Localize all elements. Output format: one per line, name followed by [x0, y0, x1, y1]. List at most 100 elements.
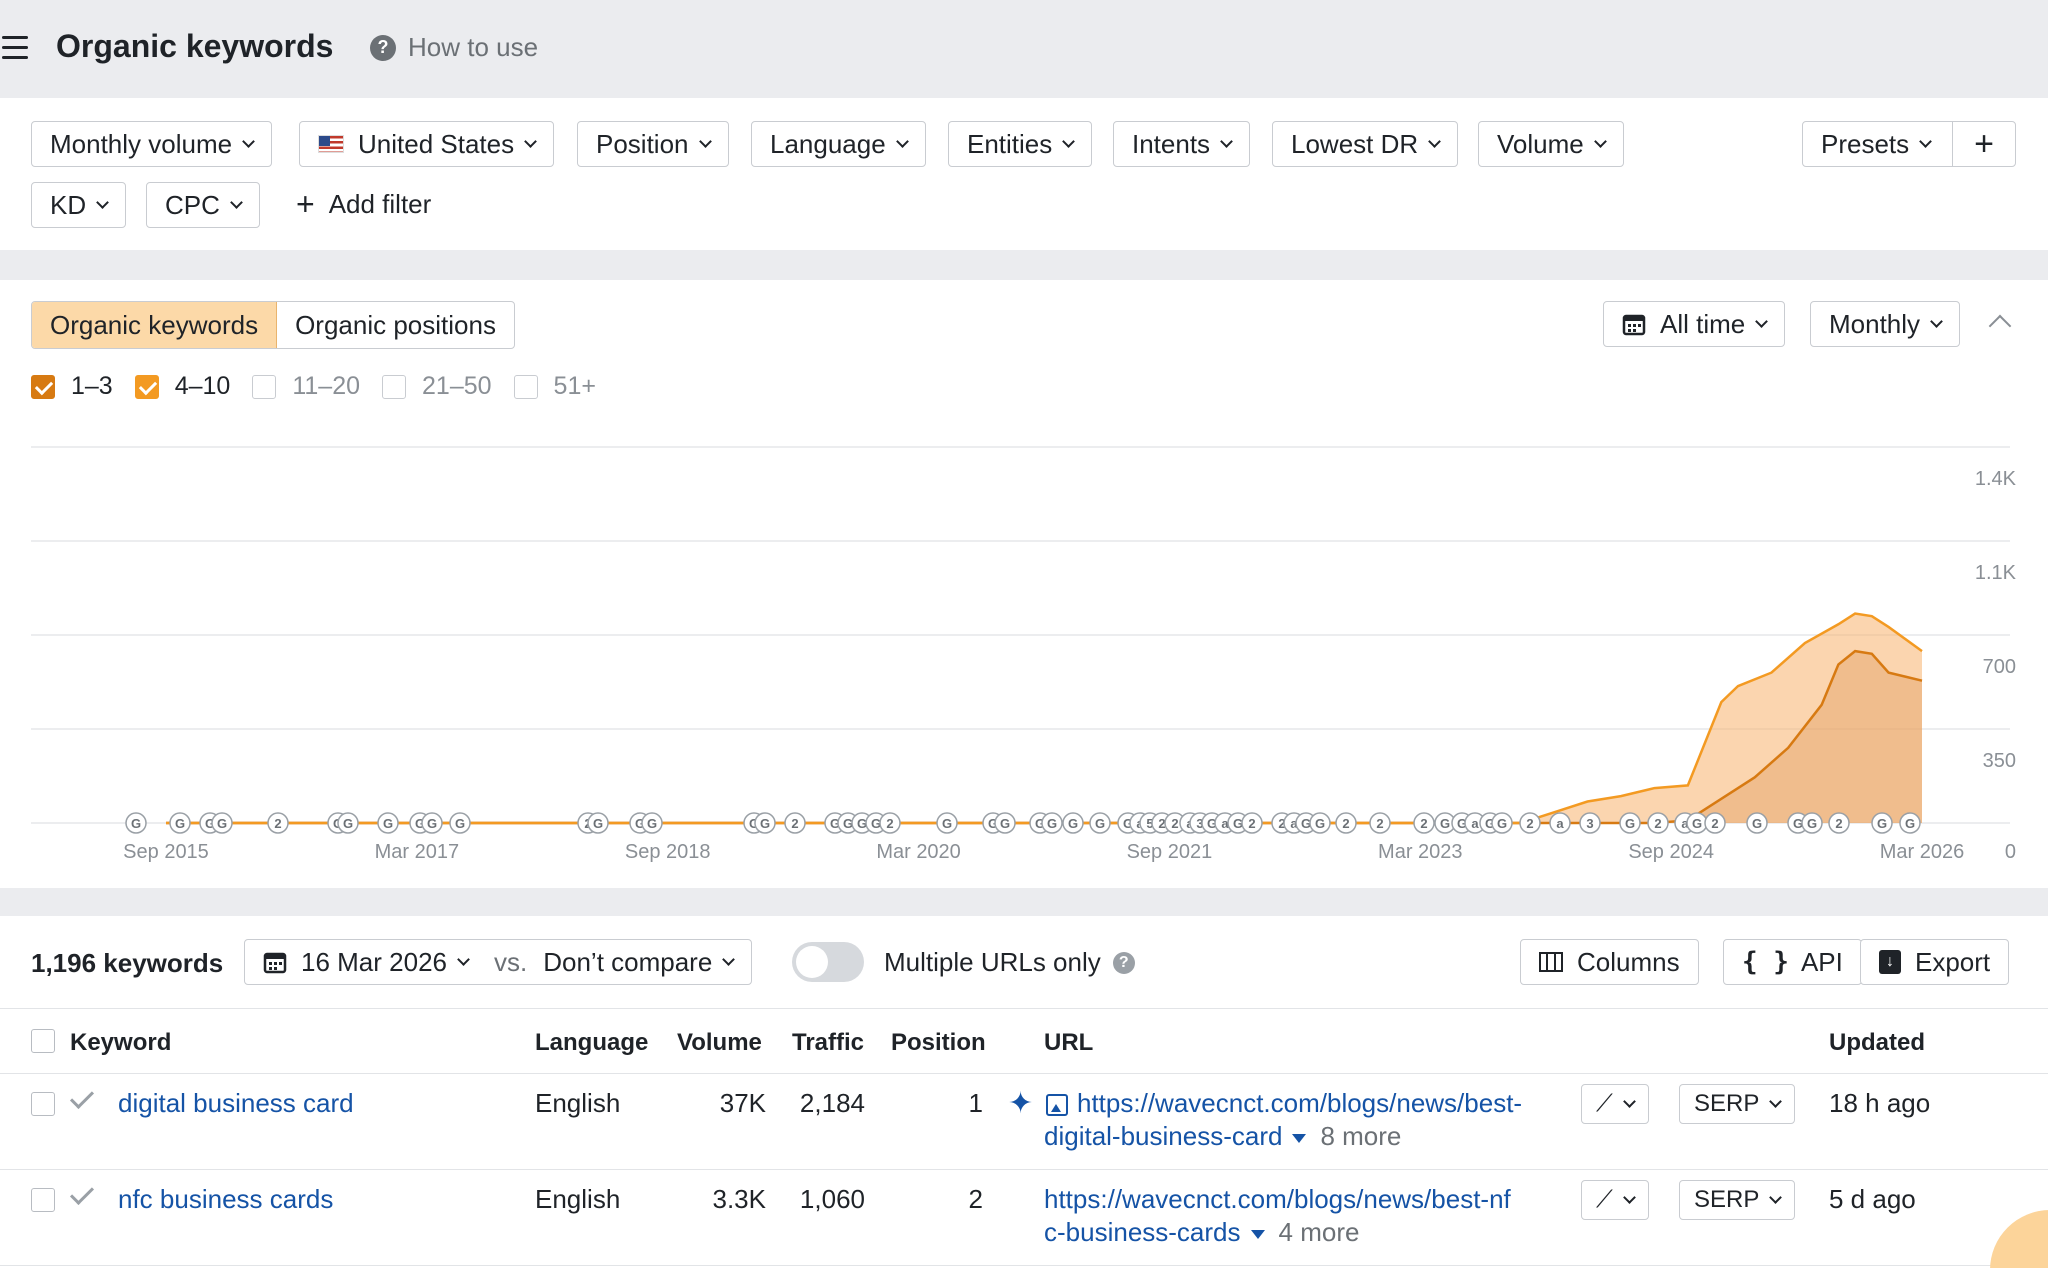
chevron-down-icon	[1930, 314, 1943, 328]
annotation-marker-label: 2	[886, 816, 893, 831]
chevron-down-icon	[1769, 1094, 1783, 1108]
expand-icon[interactable]	[1292, 1133, 1307, 1143]
annotation-marker-label: G	[1807, 816, 1817, 831]
filter-position[interactable]: Position	[577, 121, 729, 167]
range-label: 11–20	[292, 372, 361, 400]
col-traffic[interactable]: Traffic	[792, 1029, 864, 1057]
select-all-checkbox[interactable]	[31, 1029, 55, 1053]
annotation-marker-label: G	[1877, 816, 1887, 831]
serp-label: SERP	[1694, 1090, 1760, 1117]
url-line-2: c-business-cards 4 more	[1044, 1217, 1359, 1248]
multiple-urls-text: Multiple URLs only	[884, 947, 1101, 977]
x-tick-label: Mar 2023	[1378, 841, 1463, 863]
keyword-link[interactable]: nfc business cards	[118, 1184, 333, 1215]
serp-button[interactable]: SERP	[1679, 1084, 1796, 1124]
col-volume[interactable]: Volume	[677, 1029, 762, 1057]
chevron-down-icon	[230, 195, 243, 209]
x-tick-label: Mar 2020	[876, 841, 961, 863]
chevron-down-icon	[242, 134, 255, 148]
url-link[interactable]: https://wavecnct.com/blogs/news/best-nf	[1044, 1184, 1511, 1215]
menu-icon[interactable]	[2, 36, 28, 60]
presets-label: Presets	[1821, 128, 1910, 159]
x-tick-label: Sep 2018	[625, 841, 711, 863]
filter-label: Monthly volume	[50, 128, 233, 159]
filter-kd[interactable]: KD	[31, 182, 127, 228]
date-range-dropdown[interactable]: All time	[1603, 301, 1786, 347]
annotation-marker-label: 2	[1711, 816, 1718, 831]
annotation-marker-label: G	[647, 816, 657, 831]
filter-lowest-dr[interactable]: Lowest DR	[1272, 121, 1459, 167]
page-title: Organic keywords	[56, 28, 334, 64]
trend-button[interactable]: ⟋	[1581, 1180, 1649, 1220]
chevron-down-icon	[1593, 134, 1607, 148]
filter-language[interactable]: Language	[751, 121, 926, 167]
date-compare-dropdown[interactable]: 16 Mar 2026 vs. Don’t compare	[244, 939, 753, 985]
annotation-marker-label: G	[1440, 816, 1450, 831]
url-line-2: digital-business-card 8 more	[1044, 1121, 1401, 1152]
col-url[interactable]: URL	[1044, 1029, 1093, 1057]
col-updated[interactable]: Updated	[1829, 1029, 1925, 1057]
row-checkbox[interactable]	[31, 1188, 55, 1212]
range-4-10[interactable]: 4–10	[134, 372, 230, 401]
range-1-3[interactable]: 1–3	[31, 372, 113, 401]
export-button[interactable]: ↓ Export	[1860, 939, 2010, 985]
presets-dropdown[interactable]: Presets	[1802, 121, 1954, 167]
serp-button[interactable]: SERP	[1679, 1180, 1796, 1220]
range-51-plus[interactable]: 51+	[513, 372, 596, 401]
x-tick-label: Sep 2024	[1628, 841, 1714, 863]
annotation-marker-label: a	[1556, 816, 1564, 831]
updated-cell: 5 d ago	[1829, 1184, 1916, 1214]
url-link-cont[interactable]: c-business-cards	[1044, 1217, 1241, 1247]
checkbox[interactable]	[134, 374, 159, 399]
more-urls[interactable]: 4 more	[1279, 1217, 1360, 1247]
annotation-marker-label: G	[1068, 816, 1078, 831]
checkbox[interactable]	[382, 374, 407, 399]
api-button[interactable]: { } API	[1723, 939, 1862, 985]
api-icon: { }	[1742, 947, 1789, 977]
checkbox[interactable]	[513, 374, 538, 399]
row-checkbox[interactable]	[31, 1092, 55, 1116]
expand-icon[interactable]	[1250, 1229, 1265, 1239]
filter-label: Intents	[1132, 128, 1211, 159]
filter-volume[interactable]: Volume	[1478, 121, 1624, 167]
range-21-50[interactable]: 21–50	[382, 372, 492, 401]
range-11-20[interactable]: 11–20	[252, 372, 360, 401]
filter-entities[interactable]: Entities	[948, 121, 1093, 167]
chevron-down-icon	[895, 134, 909, 148]
tab-organic-keywords[interactable]: Organic keywords	[32, 302, 278, 348]
chevron-down-icon	[698, 134, 712, 148]
add-filter-button[interactable]: + Add filter	[296, 188, 431, 220]
help-icon[interactable]: ?	[1112, 951, 1135, 974]
filter-monthly-volume[interactable]: Monthly volume	[31, 121, 273, 167]
filter-country[interactable]: United States	[299, 121, 555, 167]
add-preset-button[interactable]: +	[1952, 121, 2016, 167]
filter-cpc[interactable]: CPC	[146, 182, 260, 228]
volume-cell: 37K	[719, 1088, 766, 1118]
filter-intents[interactable]: Intents	[1113, 121, 1251, 167]
col-position[interactable]: Position	[891, 1029, 986, 1057]
more-urls[interactable]: 8 more	[1320, 1121, 1401, 1151]
interval-dropdown[interactable]: Monthly	[1810, 301, 1961, 347]
annotation-marker-label: G	[1497, 816, 1507, 831]
tab-organic-positions[interactable]: Organic positions	[277, 302, 514, 348]
url-link-cont[interactable]: digital-business-card	[1044, 1121, 1282, 1151]
checkbox[interactable]	[31, 374, 55, 399]
how-to-use-link[interactable]: ? How to use	[370, 32, 538, 63]
volume-cell: 3.3K	[712, 1184, 767, 1214]
organic-keywords-chart[interactable]: 1.4K 1.1K 700 350 0 Sep 2015 Mar 2017 Sep 2018 M…	[0, 430, 2048, 870]
y-tick-label: 350	[1983, 750, 2016, 772]
filter-label: United States	[358, 128, 515, 159]
checkbox[interactable]	[252, 374, 277, 399]
columns-button[interactable]: Columns	[1520, 939, 1699, 985]
trend-button[interactable]: ⟋	[1581, 1084, 1649, 1124]
annotation-marker-label: 2	[274, 816, 281, 831]
annotation-marker-label: 2	[1654, 816, 1661, 831]
url-link[interactable]: https://wavecnct.com/blogs/news/best-	[1077, 1088, 1522, 1119]
col-keyword[interactable]: Keyword	[70, 1029, 171, 1057]
keyword-link[interactable]: digital business card	[118, 1088, 354, 1119]
range-label: 1–3	[71, 372, 113, 400]
col-language[interactable]: Language	[535, 1029, 648, 1057]
multiple-urls-toggle[interactable]	[792, 942, 864, 982]
series-4-10-area	[166, 613, 1922, 823]
annotation-marker-label: G	[593, 816, 603, 831]
